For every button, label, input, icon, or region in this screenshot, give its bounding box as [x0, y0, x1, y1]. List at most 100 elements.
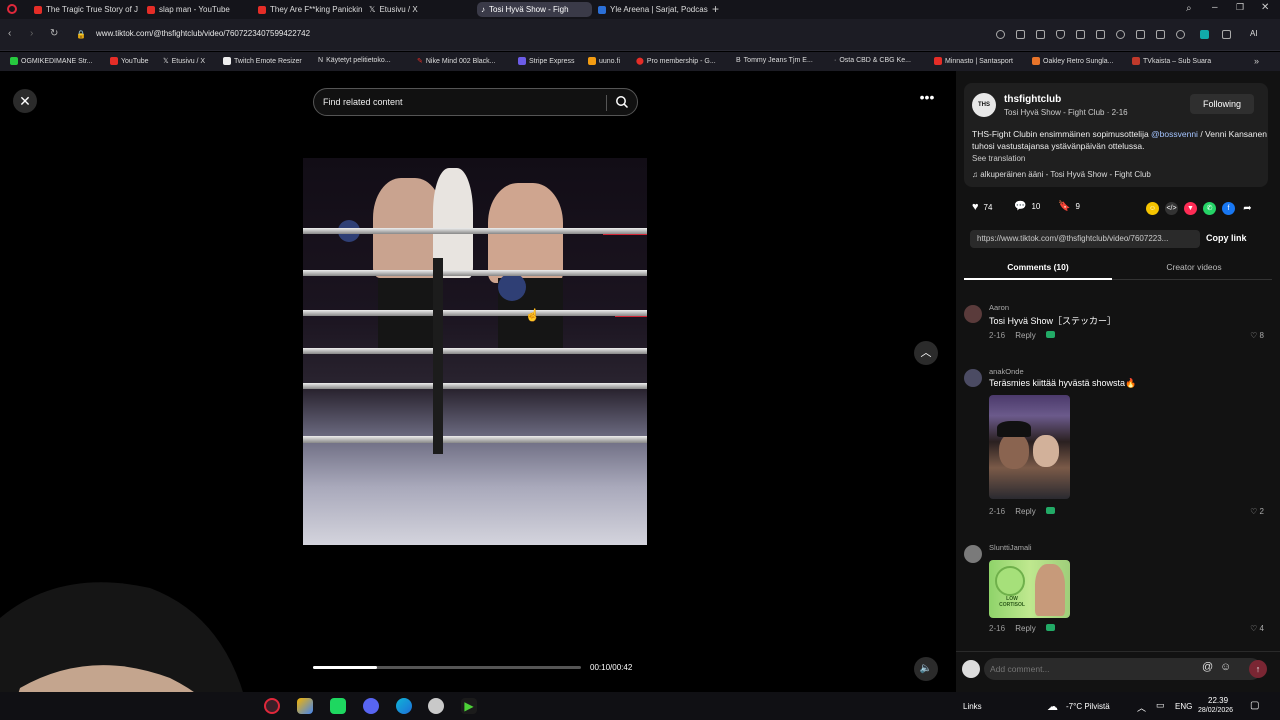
- more-options-icon[interactable]: •••: [915, 90, 939, 111]
- bookmark-item[interactable]: · Osta CBD & CBG Ke...: [834, 57, 911, 64]
- tray-chevron-icon[interactable]: ︿: [1137, 701, 1146, 714]
- ai-button[interactable]: AI: [1250, 29, 1258, 38]
- url-field[interactable]: www.tiktok.com/@thsfightclub/video/76072…: [96, 29, 310, 38]
- tab-creator-videos[interactable]: Creator videos: [1120, 256, 1268, 280]
- comment-like-button[interactable]: ♡ 8: [1250, 331, 1264, 340]
- following-button[interactable]: Following: [1190, 94, 1254, 114]
- close-video-button[interactable]: ✕: [13, 89, 37, 113]
- tab-comments[interactable]: Comments (10): [964, 256, 1112, 280]
- commenter-avatar[interactable]: [964, 369, 982, 387]
- like-button[interactable]: ♥ 74: [972, 201, 992, 213]
- share-arrow-icon[interactable]: ➦: [1241, 202, 1254, 215]
- shield-taskbar-icon[interactable]: [428, 698, 444, 714]
- notifications-icon[interactable]: ▢: [1250, 700, 1259, 711]
- bookmark-item[interactable]: OGMIKEDIMANE Str...: [10, 57, 93, 65]
- network-icon[interactable]: ▭: [1156, 700, 1165, 711]
- tab-tragic-story[interactable]: The Tragic True Story of Ju: [30, 2, 138, 17]
- menu-icon[interactable]: [1156, 30, 1165, 39]
- discord-taskbar-icon[interactable]: [363, 698, 379, 714]
- reply-button[interactable]: Reply: [1015, 507, 1035, 516]
- commenter-avatar[interactable]: [964, 545, 982, 563]
- comment-like-button[interactable]: ♡ 2: [1250, 507, 1264, 516]
- tab-tosi-hyva-show[interactable]: ♪ Tosi Hyvä Show - Figh: [477, 2, 592, 17]
- repost-icon[interactable]: ☺: [1146, 202, 1159, 215]
- bookmark-item[interactable]: Stripe Express: [518, 57, 575, 65]
- weather-text[interactable]: -7°C Pilvistä: [1066, 702, 1110, 711]
- camera-icon[interactable]: [1036, 30, 1045, 39]
- emoji-icon[interactable]: ☺: [1220, 661, 1231, 673]
- clock-time[interactable]: 22.39: [1208, 696, 1228, 705]
- app-taskbar-icon[interactable]: [297, 698, 313, 714]
- download-icon[interactable]: [1136, 30, 1145, 39]
- links-toolbar[interactable]: Links: [963, 702, 982, 711]
- comment-like-button[interactable]: ♡ 4: [1250, 624, 1264, 633]
- maximize-icon[interactable]: ❐: [1236, 2, 1244, 13]
- whatsapp-icon[interactable]: ✆: [1203, 202, 1216, 215]
- share-icon[interactable]: [1016, 30, 1025, 39]
- bookmark-item[interactable]: N Käytetyt pelitietoko...: [318, 57, 391, 64]
- cube-icon[interactable]: [1222, 30, 1231, 39]
- send-to-friends-icon[interactable]: ▼: [1184, 202, 1197, 215]
- comment-photo[interactable]: [989, 395, 1070, 499]
- bookmark-item[interactable]: Minnasto | Santasport: [934, 57, 1013, 65]
- minimize-icon[interactable]: –: [1212, 2, 1218, 13]
- forward-icon[interactable]: ›: [30, 28, 33, 39]
- close-window-icon[interactable]: ✕: [1261, 2, 1269, 13]
- tab-panicking[interactable]: They Are F**king Panickin: [254, 2, 364, 17]
- caption-mention-link[interactable]: @bossvenni: [1151, 129, 1198, 139]
- search-input[interactable]: Find related content: [323, 97, 403, 107]
- new-tab-icon[interactable]: +: [712, 2, 719, 16]
- heart-icon[interactable]: [1116, 30, 1125, 39]
- search-tabs-icon[interactable]: ⌕: [1186, 3, 1192, 14]
- bookmark-item[interactable]: YouTube: [110, 57, 149, 65]
- tab-slap-man[interactable]: slap man - YouTube: [143, 2, 253, 17]
- opera-taskbar-icon[interactable]: [264, 698, 280, 714]
- shield-icon[interactable]: [1056, 30, 1065, 39]
- comment-button[interactable]: 💬 10: [1014, 201, 1040, 212]
- post-comment-button[interactable]: ↑: [1249, 660, 1267, 678]
- reply-button[interactable]: Reply: [1015, 624, 1035, 633]
- zoom-icon[interactable]: [996, 30, 1005, 39]
- bookmark-item[interactable]: TVkaista – Sub Suara: [1132, 57, 1211, 65]
- bookmark-item[interactable]: ⬤ Pro membership - G...: [636, 57, 716, 66]
- opera-menu-icon[interactable]: [7, 4, 17, 14]
- commenter-name[interactable]: anakOnde: [989, 367, 1024, 376]
- share-link-field[interactable]: https://www.tiktok.com/@thsfightclub/vid…: [970, 230, 1200, 248]
- tab-etusivu-x[interactable]: 𝕏 Etusivu / X: [365, 2, 475, 17]
- previous-video-button[interactable]: ︿: [914, 341, 938, 365]
- mention-icon[interactable]: @: [1202, 661, 1213, 673]
- reply-button[interactable]: Reply: [1015, 331, 1035, 340]
- related-search-bar[interactable]: Find related content: [313, 88, 638, 116]
- reload-icon[interactable]: ↻: [50, 28, 58, 39]
- commenter-name[interactable]: Aaron: [989, 303, 1009, 312]
- video-progress-bar[interactable]: [313, 666, 581, 669]
- bookmark-item[interactable]: uuno.fi: [588, 57, 620, 65]
- bookmarks-overflow-icon[interactable]: »: [1254, 56, 1259, 66]
- edge-taskbar-icon[interactable]: [396, 698, 412, 714]
- ext-green-icon[interactable]: [1200, 30, 1209, 39]
- back-icon[interactable]: ‹: [8, 28, 11, 39]
- bookmark-item[interactable]: Oakley Retro Sungla...: [1032, 57, 1113, 65]
- play-taskbar-icon[interactable]: ▶: [461, 698, 477, 714]
- copy-link-button[interactable]: Copy link: [1206, 233, 1247, 243]
- profile-icon[interactable]: [1176, 30, 1185, 39]
- save-button[interactable]: 🔖 9: [1058, 201, 1080, 212]
- embed-icon[interactable]: </>: [1165, 202, 1178, 215]
- creator-avatar[interactable]: THS: [972, 93, 996, 117]
- creator-username[interactable]: thsfightclub: [1004, 94, 1061, 105]
- music-link[interactable]: ♫ alkuperäinen ääni - Tosi Hyvä Show - F…: [972, 170, 1151, 179]
- commenter-avatar[interactable]: [964, 305, 982, 323]
- bookmark-item[interactable]: 𝕏 Etusivu / X: [163, 57, 205, 66]
- see-translation-link[interactable]: See translation: [972, 154, 1025, 163]
- video-player[interactable]: ☝: [303, 158, 647, 545]
- bookmark-item[interactable]: ✎ Nike Mind 002 Black...: [417, 57, 496, 66]
- extension-icon[interactable]: [1076, 30, 1085, 39]
- tab-yle-areena[interactable]: Yle Areena | Sarjat, Podcas: [594, 2, 709, 17]
- language-indicator[interactable]: ENG: [1175, 702, 1192, 711]
- comment-sticker[interactable]: LOW CORTISOL: [989, 560, 1070, 618]
- facebook-icon[interactable]: f: [1222, 202, 1235, 215]
- clock-date[interactable]: 28/02/2026: [1198, 707, 1233, 714]
- play-icon[interactable]: [1096, 30, 1105, 39]
- volume-button[interactable]: 🔈: [914, 657, 938, 681]
- bookmark-item[interactable]: Twitch Emote Resizer: [223, 57, 302, 65]
